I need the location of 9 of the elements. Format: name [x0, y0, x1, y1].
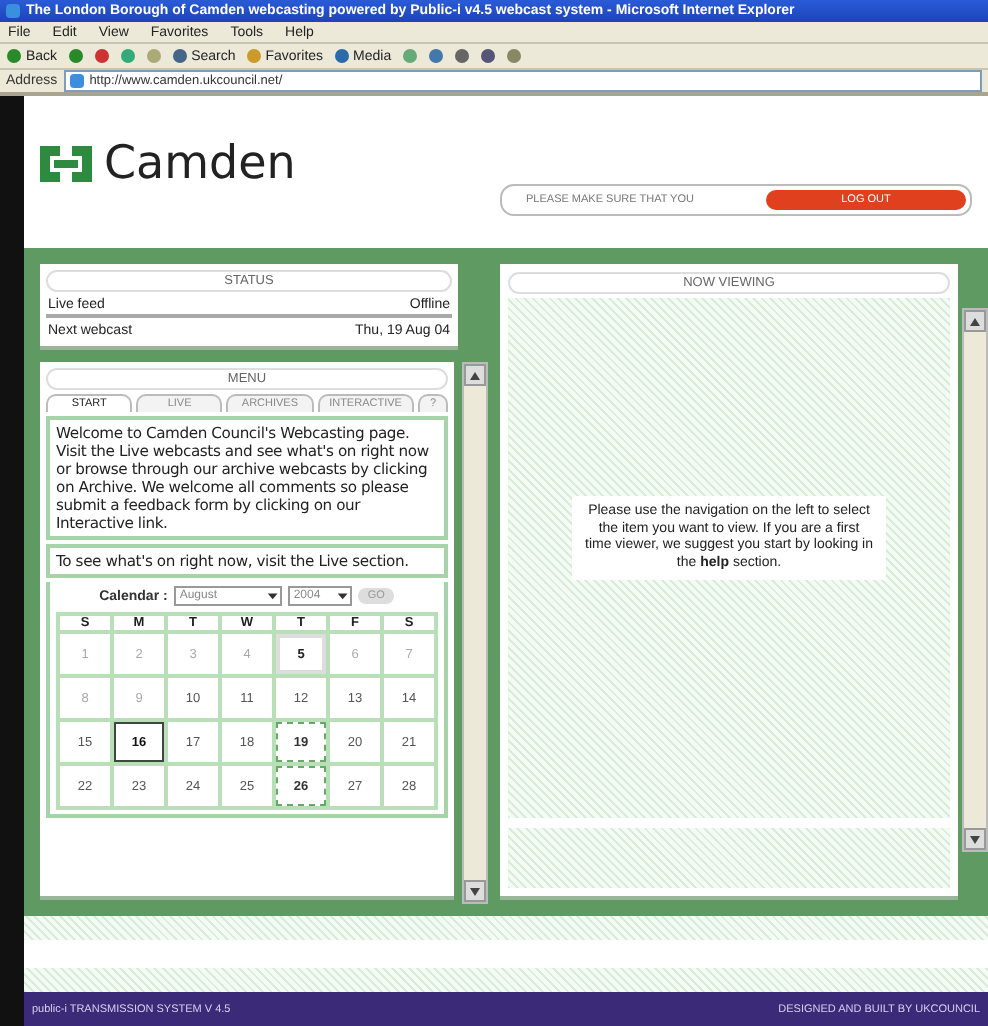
scrollbar[interactable]: [462, 362, 488, 904]
scrollbar[interactable]: [962, 308, 988, 852]
scroll-down-icon: [970, 835, 980, 843]
scroll-up-icon: [970, 317, 980, 325]
logo-text: Camden: [104, 138, 296, 190]
page-icon: [69, 74, 84, 88]
scroll-up-icon: [470, 371, 480, 379]
scroll-down-icon: [470, 887, 480, 895]
browser-icon: [6, 4, 20, 18]
